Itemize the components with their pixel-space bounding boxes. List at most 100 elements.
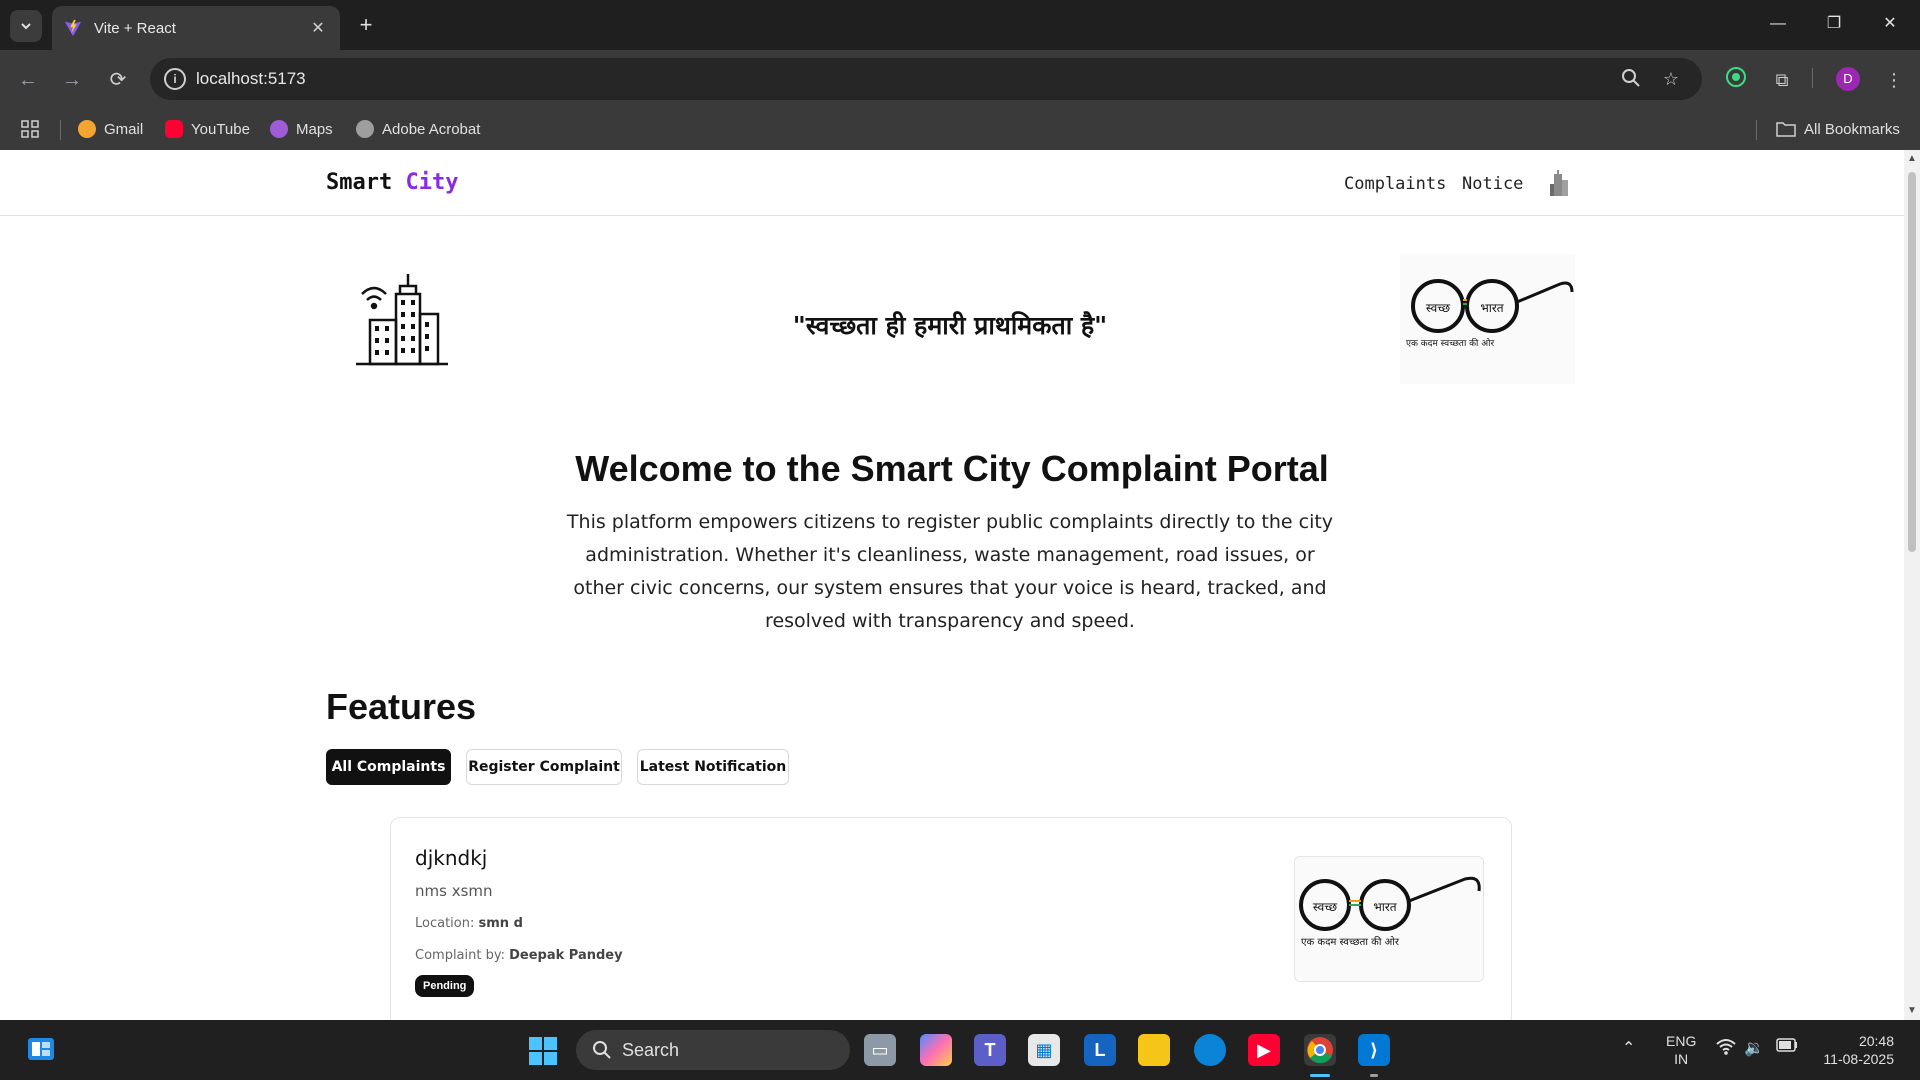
copilot-icon[interactable] — [920, 1034, 952, 1066]
building-icon[interactable] — [1548, 170, 1570, 196]
teams-icon[interactable]: T — [974, 1034, 1006, 1066]
swachh-bharat-glasses-icon: स्वच्छ भारत एक कदम स्वच्छता की ओर — [1406, 279, 1574, 349]
bookmark-adobe-acrobat[interactable]: Adobe Acrobat — [356, 118, 480, 140]
svg-text:भारत: भारत — [1373, 900, 1397, 914]
profile-avatar[interactable]: D — [1836, 67, 1860, 91]
widgets-icon[interactable] — [26, 1034, 56, 1064]
tab-register-complaint[interactable]: Register Complaint — [466, 749, 622, 785]
site-info-icon[interactable]: i — [164, 68, 186, 90]
smart-city-building-icon — [356, 274, 448, 366]
tab-close-icon[interactable]: ✕ — [308, 18, 328, 38]
search-icon — [593, 1041, 611, 1059]
forward-arrow-icon[interactable]: → — [58, 66, 86, 94]
browser-tab-bar: Vite + React ✕ + — ❐ ✕ — [0, 0, 1920, 50]
clock-date: 11-08-2025 — [1823, 1051, 1894, 1067]
globe-icon — [356, 120, 374, 138]
complaint-card[interactable]: djkndkj nms xsmn Location: smn d Complai… — [390, 817, 1512, 1020]
region-code: IN — [1674, 1051, 1689, 1067]
vscode-icon[interactable]: ⟩ — [1358, 1034, 1390, 1066]
toolbar-divider — [1812, 68, 1813, 88]
complaint-description: nms xsmn — [415, 882, 493, 900]
complaint-title: djkndkj — [415, 846, 488, 870]
bookmark-youtube[interactable]: YouTube — [165, 118, 250, 140]
bookmark-maps[interactable]: Maps — [270, 118, 333, 140]
site-navbar: Smart City Complaints Notice — [0, 150, 1904, 216]
windows-taskbar: Search ▭ T ▦ L ▶ ⟩ ⌃ ENG IN 🔉 20:48 11-0… — [0, 1020, 1920, 1080]
minimize-icon[interactable]: — — [1766, 12, 1790, 36]
location-value: smn d — [478, 916, 523, 931]
show-hidden-icons-icon[interactable]: ⌃ — [1622, 1038, 1635, 1058]
extensions-puzzle-icon[interactable]: ⧉ — [1768, 66, 1796, 94]
menu-kebab-icon[interactable]: ⋮ — [1880, 66, 1908, 94]
tab-latest-notification[interactable]: Latest Notification — [637, 749, 789, 785]
extension-green-icon[interactable] — [1722, 66, 1750, 94]
tab-title: Vite + React — [94, 19, 176, 37]
system-clock[interactable]: 20:48 11-08-2025 — [1814, 1032, 1894, 1068]
browser-tab-active[interactable]: Vite + React ✕ — [52, 6, 340, 50]
search-label: Search — [622, 1039, 680, 1060]
gmail-icon — [78, 120, 96, 138]
zoom-icon[interactable] — [1620, 68, 1642, 90]
welcome-description: This platform empowers citizens to regis… — [566, 511, 1334, 632]
author-label: Complaint by: — [415, 948, 505, 963]
bookmark-gmail[interactable]: Gmail — [78, 118, 143, 140]
task-view-icon[interactable]: ▭ — [864, 1034, 896, 1066]
wifi-icon[interactable] — [1716, 1038, 1736, 1061]
vite-favicon-icon — [64, 19, 82, 37]
hero-banner: "स्वच्छता ही हमारी प्राथमिकता है" स्वच्छ… — [0, 216, 1904, 384]
welcome-title: Welcome to the Smart City Complaint Port… — [575, 448, 1329, 489]
new-tab-button[interactable]: + — [352, 12, 380, 40]
location-label: Location: — [415, 916, 475, 931]
svg-text:स्वच्छ: स्वच्छ — [1313, 900, 1337, 914]
running-app-indicator — [1370, 1074, 1378, 1077]
author-value: Deepak Pandey — [509, 948, 623, 963]
store-icon[interactable]: ▦ — [1028, 1034, 1060, 1066]
battery-icon[interactable] — [1776, 1038, 1798, 1057]
complaint-image: स्वच्छ भारत एक कदम स्वच्छता की ओर — [1294, 856, 1484, 982]
scroll-thumb[interactable] — [1908, 172, 1916, 552]
browser-toolbar: ← → ⟳ i localhost:5173 ☆ ⧉ D ⋮ — [0, 50, 1920, 108]
scroll-up-icon[interactable]: ▲ — [1904, 152, 1920, 166]
page-viewport: Smart City Complaints Notice "स्वच्छता ह… — [0, 150, 1904, 1020]
volume-icon[interactable]: 🔉 — [1744, 1038, 1764, 1058]
swachh-bharat-logo: स्वच्छ भारत एक कदम स्वच्छता की ओर — [1400, 254, 1575, 384]
svg-text:स्वच्छ: स्वच्छ — [1426, 301, 1450, 315]
nav-link-notice[interactable]: Notice — [1462, 174, 1523, 194]
bookmark-label: YouTube — [191, 120, 250, 138]
reload-icon[interactable]: ⟳ — [104, 66, 132, 94]
scroll-down-icon[interactable]: ▼ — [1904, 1004, 1920, 1018]
language-indicator[interactable]: ENG IN — [1666, 1032, 1696, 1068]
brand-accent: City — [405, 170, 459, 195]
edge-icon[interactable] — [1194, 1034, 1226, 1066]
close-window-icon[interactable]: ✕ — [1878, 12, 1902, 36]
lang-code: ENG — [1666, 1033, 1697, 1049]
youtube-app-icon[interactable]: ▶ — [1248, 1034, 1280, 1066]
bookmarks-divider — [60, 120, 61, 140]
folder-icon — [1776, 122, 1796, 137]
maps-icon — [270, 120, 288, 138]
tab-all-complaints[interactable]: All Complaints — [326, 749, 451, 785]
clock-time: 20:48 — [1858, 1033, 1894, 1049]
tab-search-button[interactable] — [10, 10, 42, 42]
all-bookmarks-button[interactable]: All Bookmarks — [1776, 118, 1900, 140]
page-scrollbar[interactable]: ▲ ▼ — [1904, 150, 1920, 1020]
url-text[interactable]: localhost:5173 — [196, 69, 306, 89]
bookmark-label: Gmail — [104, 120, 144, 138]
address-bar[interactable]: i localhost:5173 ☆ — [150, 58, 1702, 100]
active-app-indicator — [1310, 1074, 1330, 1077]
brand-main: Smart — [326, 170, 393, 195]
bookmark-label: Maps — [296, 120, 333, 138]
site-brand[interactable]: Smart City — [326, 170, 458, 195]
restore-icon[interactable]: ❐ — [1822, 12, 1846, 36]
taskbar-search[interactable]: Search — [576, 1030, 850, 1070]
nav-link-complaints[interactable]: Complaints — [1344, 174, 1446, 194]
bookmark-star-icon[interactable]: ☆ — [1660, 68, 1682, 90]
l-app-icon[interactable]: L — [1084, 1034, 1116, 1066]
bookmark-label: Adobe Acrobat — [382, 120, 481, 138]
chevron-down-icon — [21, 23, 31, 30]
back-arrow-icon[interactable]: ← — [14, 66, 42, 94]
chrome-icon[interactable] — [1304, 1034, 1336, 1066]
file-explorer-icon[interactable] — [1138, 1034, 1170, 1066]
apps-grid-icon[interactable] — [20, 118, 40, 140]
windows-start-icon[interactable] — [528, 1036, 558, 1066]
